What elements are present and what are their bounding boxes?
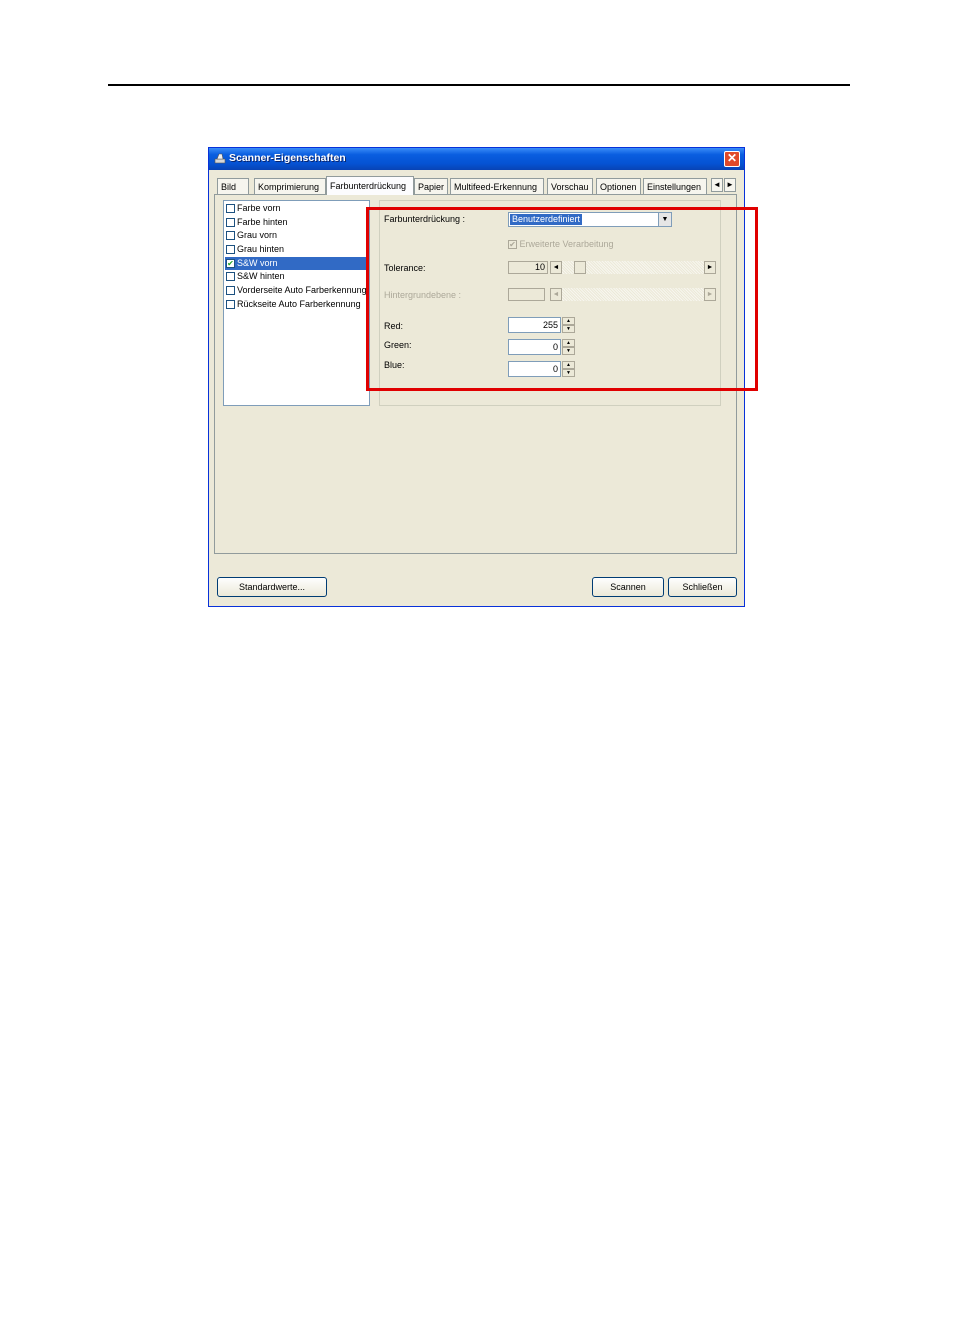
checkbox[interactable] bbox=[226, 245, 235, 254]
tab-scroll-left-icon[interactable]: ◄ bbox=[711, 178, 723, 192]
checkbox-checked[interactable]: ✔ bbox=[226, 259, 235, 268]
list-item-label: Vorderseite Auto Farberkennung bbox=[237, 285, 367, 295]
close-window-button[interactable]: ✕ bbox=[724, 151, 740, 167]
highlight-frame bbox=[366, 207, 758, 391]
close-button[interactable]: Schließen bbox=[668, 577, 737, 597]
list-item-label: Grau hinten bbox=[237, 244, 285, 254]
checkbox[interactable] bbox=[226, 272, 235, 281]
defaults-button[interactable]: Standardwerte... bbox=[217, 577, 327, 597]
tab-strip: Bild Komprimierung Farbunterdrückung Pap… bbox=[214, 176, 739, 195]
list-item-label: Farbe hinten bbox=[237, 217, 288, 227]
tab-optionen[interactable]: Optionen bbox=[596, 178, 641, 194]
list-item-selected[interactable]: ✔ S&W vorn bbox=[225, 257, 368, 270]
checkbox[interactable] bbox=[226, 300, 235, 309]
list-item[interactable]: Rückseite Auto Farberkennung bbox=[225, 298, 368, 311]
close-icon: ✕ bbox=[726, 151, 738, 165]
list-item[interactable]: Grau vorn bbox=[225, 229, 368, 242]
window-title: Scanner-Eigenschaften bbox=[229, 152, 346, 164]
tab-multifeed-erkennung[interactable]: Multifeed-Erkennung bbox=[450, 178, 544, 194]
checkbox[interactable] bbox=[226, 218, 235, 227]
tab-farbunterdrueckung[interactable]: Farbunterdrückung bbox=[326, 176, 414, 195]
tab-komprimierung[interactable]: Komprimierung bbox=[254, 178, 326, 194]
scan-button[interactable]: Scannen bbox=[592, 577, 664, 597]
checkbox[interactable] bbox=[226, 286, 235, 295]
title-bar[interactable]: Scanner-Eigenschaften ✕ bbox=[209, 148, 744, 170]
tab-vorschau[interactable]: Vorschau bbox=[547, 178, 593, 194]
tab-bild[interactable]: Bild bbox=[217, 178, 249, 194]
scanner-icon bbox=[214, 153, 226, 164]
list-item[interactable]: Farbe hinten bbox=[225, 216, 368, 229]
image-type-list[interactable]: Farbe vorn Farbe hinten Grau vorn Grau h… bbox=[223, 200, 370, 406]
list-item[interactable]: Farbe vorn bbox=[225, 202, 368, 215]
checkbox[interactable] bbox=[226, 204, 235, 213]
list-item-label: Rückseite Auto Farberkennung bbox=[237, 299, 361, 309]
tab-scroll-right-icon[interactable]: ► bbox=[724, 178, 736, 192]
list-item[interactable]: S&W hinten bbox=[225, 270, 368, 283]
list-item-label: S&W vorn bbox=[237, 258, 278, 268]
list-item[interactable]: Grau hinten bbox=[225, 243, 368, 256]
tab-einstellungen[interactable]: Einstellungen bbox=[643, 178, 707, 194]
list-item-label: S&W hinten bbox=[237, 271, 285, 281]
list-item-label: Farbe vorn bbox=[237, 203, 281, 213]
list-item-label: Grau vorn bbox=[237, 230, 278, 240]
list-item[interactable]: Vorderseite Auto Farberkennung bbox=[225, 284, 368, 297]
page-header-rule bbox=[108, 84, 850, 86]
tab-papier[interactable]: Papier bbox=[414, 178, 448, 194]
checkbox[interactable] bbox=[226, 231, 235, 240]
